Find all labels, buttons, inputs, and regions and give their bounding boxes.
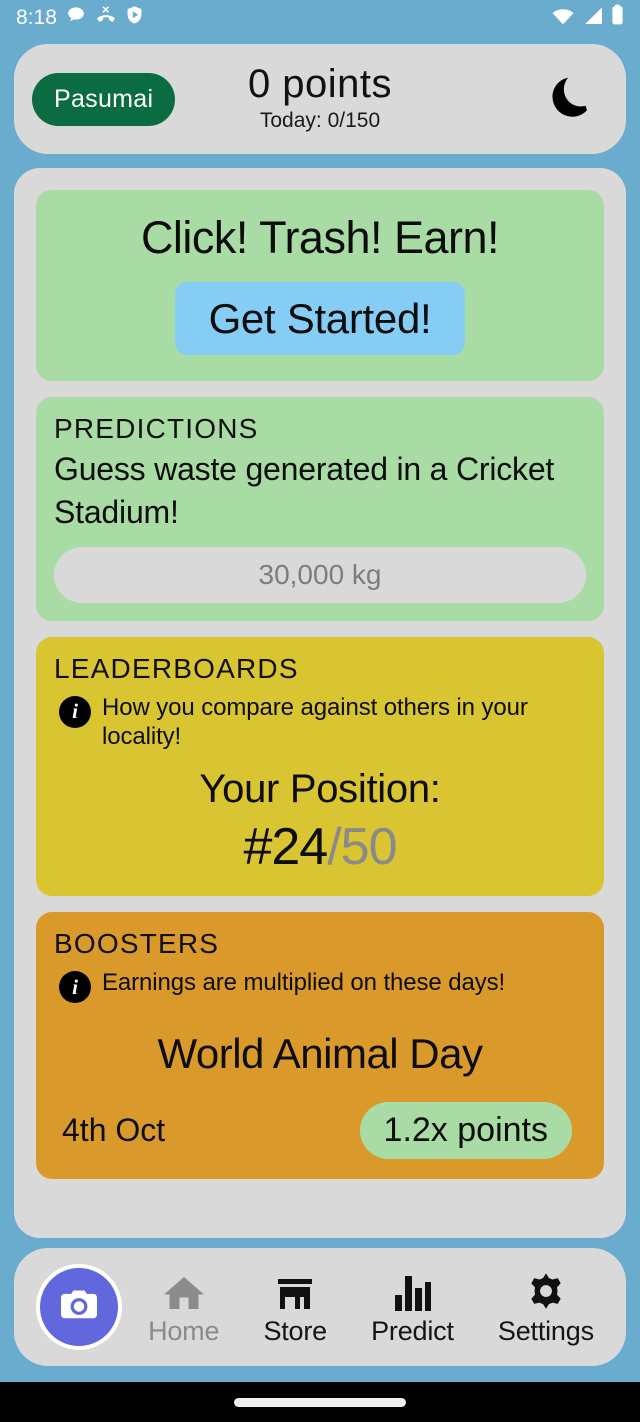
home-gesture-pill[interactable] [234,1397,406,1407]
bottom-navigation-bar: Home Store Predict Settings [14,1248,626,1366]
theme-toggle-button[interactable] [538,68,600,130]
position-value: #24/50 [54,819,586,876]
nav-label-home: Home [148,1315,220,1346]
bottom-nav-items: Home Store Predict Settings [122,1267,626,1347]
battery-icon [611,4,624,30]
gear-icon [524,1267,568,1313]
missed-call-icon [95,5,117,30]
nav-label-store: Store [263,1315,327,1346]
leaderboards-card: LEADERBOARDS i How you compare against o… [36,636,604,897]
boosters-section-label: BOOSTERS [54,928,220,960]
boosters-card: BOOSTERS i Earnings are multiplied on th… [36,912,604,1180]
hero-title: Click! Trash! Earn! [140,212,500,263]
camera-capture-button[interactable] [36,1264,122,1350]
boosters-info-text: Earnings are multiplied on these days! [102,969,506,997]
main-content-scroll[interactable]: Click! Trash! Earn! Get Started! PREDICT… [14,168,626,1238]
booster-detail-row: 4th Oct 1.2x points [54,1101,586,1160]
leaderboards-info-row: i How you compare against others in your… [54,693,586,752]
wifi-icon [551,5,575,30]
nav-item-predict[interactable]: Predict [371,1267,454,1347]
storefront-icon [274,1267,316,1313]
info-icon[interactable]: i [59,695,91,728]
prediction-guess-input[interactable] [54,546,586,603]
predictions-prompt: Guess waste generated in a Cricket Stadi… [54,451,555,531]
crescent-moon-icon [541,69,597,130]
get-started-button[interactable]: Get Started! [174,281,466,356]
boosters-info-row: i Earnings are multiplied on these days! [54,968,586,1004]
booster-event-name: World Animal Day [157,1030,483,1078]
status-bar: 8:18 [0,0,640,34]
leaderboards-section-label: LEADERBOARDS [54,652,299,684]
home-icon [162,1267,206,1313]
nav-item-store[interactable]: Store [263,1267,327,1347]
booster-multiplier-badge: 1.2x points [359,1101,572,1160]
chat-bubble-icon [66,5,86,30]
position-title: Your Position: [199,767,441,812]
brand-pill[interactable]: Pasumai [32,72,176,126]
cellular-signal-icon [582,5,604,30]
app-header: Pasumai 0 points Today: 0/150 [14,44,626,154]
phone-screen: 8:18 Pasumai 0 points Today: 0/150 Click… [0,0,640,1422]
camera-icon [55,1281,103,1334]
status-bar-right [551,4,624,30]
nav-label-predict: Predict [371,1315,454,1346]
position-rank: #24 [243,818,328,877]
nav-item-settings[interactable]: Settings [498,1267,594,1347]
nav-item-home[interactable]: Home [148,1267,219,1347]
predictions-card: PREDICTIONS Guess waste generated in a C… [36,397,604,621]
system-gesture-area [0,1382,640,1422]
bar-chart-icon [391,1267,433,1313]
hero-card: Click! Trash! Earn! Get Started! [36,190,604,382]
status-bar-clock: 8:18 [16,5,57,29]
shield-play-icon [126,5,143,30]
status-bar-left: 8:18 [16,5,143,30]
position-total: /50 [327,818,397,877]
predictions-section-label: PREDICTIONS [54,413,259,445]
booster-event-date: 4th Oct [62,1112,166,1149]
nav-label-settings: Settings [497,1315,594,1346]
info-icon[interactable]: i [59,971,91,1004]
leaderboards-info-text: How you compare against others in your l… [102,693,528,750]
